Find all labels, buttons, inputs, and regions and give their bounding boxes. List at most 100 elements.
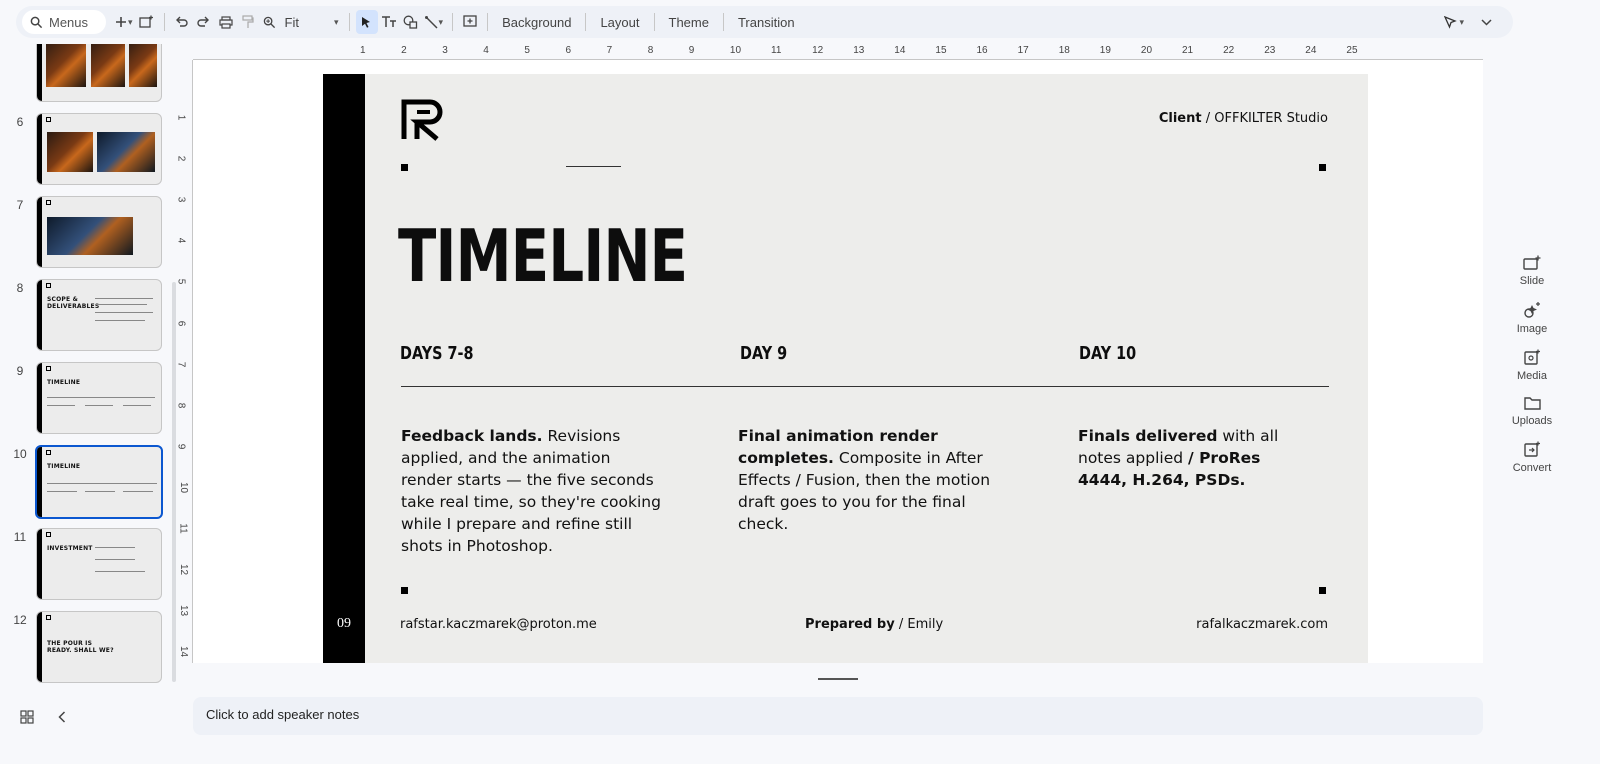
chevron-down-icon: ▾ (334, 16, 339, 27)
zoom-button[interactable] (259, 10, 281, 34)
panel-convert-button[interactable]: Convert (1500, 441, 1564, 474)
layout-button[interactable]: Layout (592, 15, 647, 30)
shape-button[interactable] (400, 10, 422, 34)
print-button[interactable] (215, 10, 237, 34)
column-heading: DAYS 7-8 (400, 343, 474, 364)
ruler-label: 11 (771, 45, 782, 56)
search-label: Menus (49, 14, 89, 30)
panel-uploads-label: Uploads (1511, 415, 1553, 427)
panel-uploads-button[interactable]: Uploads (1500, 396, 1564, 427)
ruler-label: 10 (178, 481, 190, 493)
zoom-select[interactable]: Fit ▾ (281, 15, 343, 30)
zoom-icon (263, 16, 276, 28)
footer-email: rafstar.kaczmarek@proton.me (400, 617, 597, 632)
chevron-down-icon: ▾ (438, 16, 444, 27)
logo-icon (46, 283, 51, 288)
collapse-toolbar-button[interactable] (1475, 10, 1497, 34)
client-separator: / (1205, 111, 1211, 126)
client-name: OFFKILTER Studio (1214, 111, 1328, 126)
ruler-label: 7 (606, 45, 613, 56)
logo-icon (46, 366, 51, 371)
editing-mode-button[interactable]: ▾ (1441, 10, 1467, 34)
slide-thumbnail[interactable]: THE POUR IS READY. SHALL WE? (36, 611, 162, 683)
thumbnail-text-line (123, 491, 153, 492)
slide-number: 8 (16, 281, 24, 295)
toolbar: Menus ▾ Fit ▾ ▾ Background Layout Theme T… (16, 6, 1513, 38)
paint-format-button[interactable] (237, 10, 259, 34)
ruler-label: 5 (175, 279, 187, 285)
slide-thumbnail[interactable]: TIMELINE (36, 362, 162, 434)
search-menus[interactable]: Menus (22, 10, 106, 34)
notes-resize-handle[interactable] (818, 678, 858, 680)
slide-thumbnail[interactable]: INVESTMENT (36, 528, 162, 600)
slide-thumbnail[interactable] (36, 44, 162, 102)
thumbnail-photo (129, 44, 157, 87)
ruler-label: 15 (935, 45, 947, 56)
ruler-label: 13 (178, 605, 190, 617)
slide-thumbnail[interactable] (36, 113, 162, 185)
redo-button[interactable] (193, 10, 215, 34)
ruler-label: 6 (175, 320, 187, 326)
slide-number: 10 (13, 447, 27, 461)
toolbar-divider (653, 13, 655, 31)
slide-title: TIMELINE (398, 214, 688, 298)
thumbnail-text-line (95, 571, 145, 572)
plus-icon (116, 17, 126, 27)
theme-button[interactable]: Theme (661, 15, 717, 30)
thumbnail-title: SCOPE & DELIVERABLES (47, 296, 100, 310)
thumbnail-text-line (85, 491, 115, 492)
ruler-label: 20 (1140, 45, 1153, 56)
add-slide-icon-button[interactable] (136, 10, 158, 34)
thumbnail-text-line (47, 491, 77, 492)
cursor-icon (362, 16, 371, 28)
thumbnail-text-line (95, 298, 153, 299)
toolbar-divider (722, 13, 724, 31)
select-tool-button[interactable] (355, 10, 378, 34)
thumbnail-title: THE POUR IS READY. SHALL WE? (47, 640, 114, 654)
transition-button[interactable]: Transition (730, 15, 803, 30)
column-heading: DAY 9 (740, 343, 788, 364)
new-slide-button[interactable]: ▾ (112, 10, 136, 34)
ruler-label: 10 (729, 45, 742, 56)
current-slide[interactable]: 09 Client / OFFKILTER Studio TIMELINE DA… (323, 74, 1368, 663)
insert-comment-button[interactable] (459, 10, 481, 34)
corner-square (401, 587, 408, 594)
ruler-label: 17 (1017, 45, 1029, 56)
ruler-label: 16 (976, 45, 988, 56)
toolbar-divider (348, 13, 350, 31)
ruler-label: 19 (1099, 45, 1111, 56)
add-comment-icon (463, 15, 477, 27)
thumbnail-photo (91, 44, 125, 87)
thumbnail-title: TIMELINE (47, 379, 81, 386)
image-sparkle-icon (1524, 302, 1540, 318)
undo-button[interactable] (171, 10, 193, 34)
slide-thumbnail-selected[interactable]: TIMELINE (35, 445, 163, 519)
text-icon (381, 16, 396, 27)
text-box-button[interactable] (378, 10, 400, 34)
speaker-notes[interactable]: Click to add speaker notes (193, 697, 1483, 735)
logo-icon (46, 450, 51, 455)
thumbnail-side-bar (37, 529, 42, 599)
grid-view-icon[interactable] (20, 710, 34, 724)
collapse-panel-icon[interactable] (58, 711, 66, 723)
brand-logo-icon (401, 99, 443, 141)
thumbnail-side-bar (37, 197, 42, 267)
panel-media-button[interactable]: Media (1500, 349, 1564, 382)
logo-icon (46, 117, 51, 122)
thumbnail-divider (47, 397, 155, 398)
ruler-label: 23 (1264, 45, 1276, 56)
panel-slide-button[interactable]: Slide (1500, 255, 1564, 287)
slide-page-number: 09 (337, 616, 351, 631)
toolbar-divider (452, 13, 454, 31)
ruler-label: 18 (1058, 45, 1070, 56)
line-button[interactable]: ▾ (422, 10, 447, 34)
ruler-label: 13 (853, 45, 865, 56)
paint-format-icon (241, 15, 254, 28)
slide-thumbnail[interactable]: SCOPE & DELIVERABLES (36, 279, 162, 351)
slide-thumbnail[interactable] (36, 196, 162, 268)
undo-icon (176, 16, 188, 27)
thumbnail-side-bar (37, 280, 42, 350)
background-button[interactable]: Background (494, 15, 579, 30)
panel-image-button[interactable]: Image (1500, 301, 1564, 335)
add-slide-icon (139, 15, 154, 28)
